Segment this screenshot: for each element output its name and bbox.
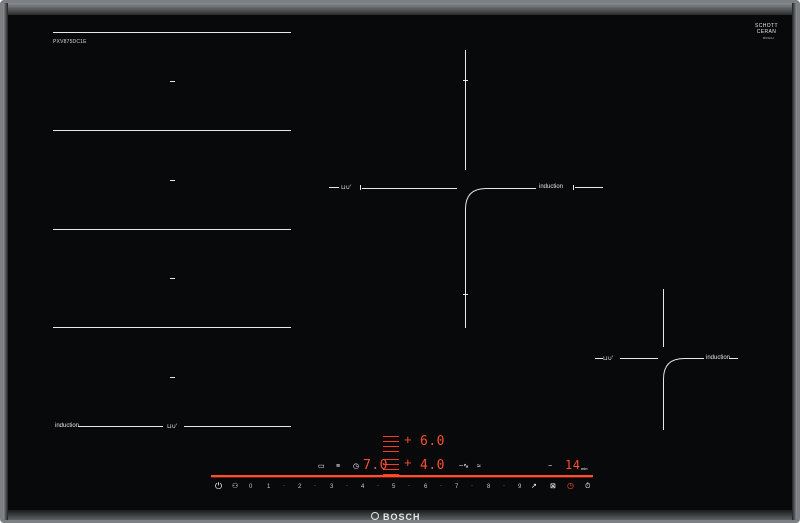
bosch-logo: BOSCH bbox=[383, 512, 421, 522]
left-zone-timer-icon[interactable]: ◷ bbox=[353, 463, 359, 470]
slider-step-1[interactable]: 1 bbox=[267, 484, 270, 490]
center-zone-label: induction bbox=[539, 184, 564, 190]
flex-zone-label: induction bbox=[55, 423, 80, 429]
timer-unit-icon: min bbox=[581, 466, 588, 471]
slider-dot-5: · bbox=[408, 483, 410, 489]
center-bridge-icon: ⊔∪′ bbox=[341, 185, 352, 191]
flex-zone-marker-2 bbox=[170, 180, 175, 181]
right-bridge-icon: ⊔∪′ bbox=[603, 356, 614, 362]
right-zone-corner bbox=[663, 358, 685, 380]
frame-top bbox=[3, 3, 797, 15]
flex-zone-underline-left bbox=[78, 426, 163, 427]
glass-sub-text: BOSCH bbox=[763, 36, 774, 40]
lower-zone-power-display: 4.0 bbox=[420, 458, 445, 473]
slider-step-0[interactable]: 0 bbox=[249, 484, 252, 490]
flex-zone-divider-3 bbox=[53, 229, 291, 230]
center-zone-vertical-top bbox=[465, 50, 466, 170]
slider-dot-6: · bbox=[440, 483, 442, 489]
slider-step-6[interactable]: 6 bbox=[424, 484, 427, 490]
model-label: PXV875DC1E bbox=[53, 39, 87, 45]
slider-dot-3: · bbox=[346, 483, 348, 489]
flex-zone-marker-1 bbox=[170, 81, 175, 82]
slider-step-4[interactable]: 4 bbox=[361, 484, 364, 490]
powerboost-icon[interactable]: ≈ bbox=[477, 463, 481, 470]
slider-step-9[interactable]: 9 bbox=[518, 484, 521, 490]
power-move-icon[interactable]: ~∿ bbox=[459, 463, 469, 470]
cooktop-surface: PXV875DC1E induction ⊔∪′ induction ⊔∪′ i… bbox=[0, 0, 800, 523]
stopwatch-icon[interactable]: ⏱ bbox=[585, 483, 590, 490]
center-zone-horizontal-right bbox=[486, 188, 536, 189]
boost-icon[interactable]: ↗ bbox=[531, 483, 537, 490]
slider-step-8[interactable]: 8 bbox=[487, 484, 490, 490]
bosch-armature-icon bbox=[371, 512, 379, 520]
upper-level-bar-3 bbox=[383, 446, 399, 447]
center-zone-corner bbox=[465, 188, 487, 210]
slider-dot-8: · bbox=[503, 483, 505, 489]
right-zone-vertical-bottom bbox=[663, 379, 664, 430]
left-zone-frying-icon[interactable]: ▭ bbox=[318, 463, 325, 470]
center-zone-horizontal-left-stub bbox=[329, 187, 339, 188]
upper-zone-plus-icon[interactable]: + bbox=[404, 433, 412, 446]
flex-zone-marker-4 bbox=[170, 377, 175, 378]
right-zone-horizontal-far bbox=[729, 358, 738, 359]
frame-right bbox=[792, 3, 797, 520]
flex-zone-divider-1 bbox=[53, 32, 291, 33]
child-lock-icon[interactable]: ⚇ bbox=[232, 483, 238, 490]
upper-level-bar-1 bbox=[383, 436, 399, 437]
right-zone-horizontal-right bbox=[684, 358, 704, 359]
timer-dash-icon: − bbox=[548, 463, 553, 470]
center-zone-bottom-tick bbox=[463, 294, 468, 295]
left-zone-power-display: 7.0 bbox=[363, 458, 388, 473]
slider-step-7[interactable]: 7 bbox=[455, 484, 458, 490]
upper-level-bar-4 bbox=[383, 451, 399, 452]
slider-dot-4: · bbox=[377, 483, 379, 489]
lower-zone-plus-icon[interactable]: + bbox=[404, 456, 412, 469]
schott-ceran-logo: SCHOTT CERAN bbox=[755, 23, 778, 35]
flex-zone-marker-3 bbox=[170, 278, 175, 279]
left-zone-hold-icon[interactable]: ≡ bbox=[336, 463, 340, 470]
slider-step-3[interactable]: 3 bbox=[330, 484, 333, 490]
right-zone-label: induction bbox=[706, 355, 731, 361]
slider-step-5[interactable]: 5 bbox=[392, 484, 395, 490]
slider-dot-1: · bbox=[283, 483, 285, 489]
center-zone-right-notch bbox=[573, 185, 574, 190]
center-zone-top-tick bbox=[463, 80, 468, 81]
timer-display: 14 bbox=[565, 458, 581, 472]
timer-button-icon[interactable]: ◷ bbox=[567, 482, 574, 490]
ceran-text: CERAN bbox=[756, 29, 777, 35]
flex-zone-underline-right bbox=[184, 426, 291, 427]
center-zone-left-notch bbox=[360, 185, 361, 190]
center-zone-horizontal-left bbox=[362, 188, 457, 189]
touchslider-glow bbox=[211, 477, 593, 478]
slider-dot-2: · bbox=[314, 483, 316, 489]
center-zone-vertical-bottom bbox=[465, 208, 466, 328]
right-zone-horizontal-left bbox=[620, 358, 658, 359]
flex-zone-divider-2 bbox=[53, 130, 291, 131]
upper-zone-power-display: 6.0 bbox=[420, 434, 445, 449]
frame-left bbox=[3, 3, 8, 520]
right-zone-vertical-top bbox=[663, 289, 664, 347]
center-zone-horizontal-far bbox=[575, 187, 603, 188]
main-power-button[interactable]: ⏻ bbox=[215, 482, 222, 491]
right-zone-horizontal-left-stub bbox=[595, 358, 603, 359]
flex-bridge-icon: ⊔∪′ bbox=[167, 424, 178, 430]
flex-zone-divider-4 bbox=[53, 327, 291, 328]
slider-dot-7: · bbox=[471, 483, 473, 489]
upper-level-bar-2 bbox=[383, 441, 399, 442]
slider-step-2[interactable]: 2 bbox=[298, 484, 301, 490]
wipe-protection-icon[interactable]: ⊠ bbox=[550, 483, 556, 490]
